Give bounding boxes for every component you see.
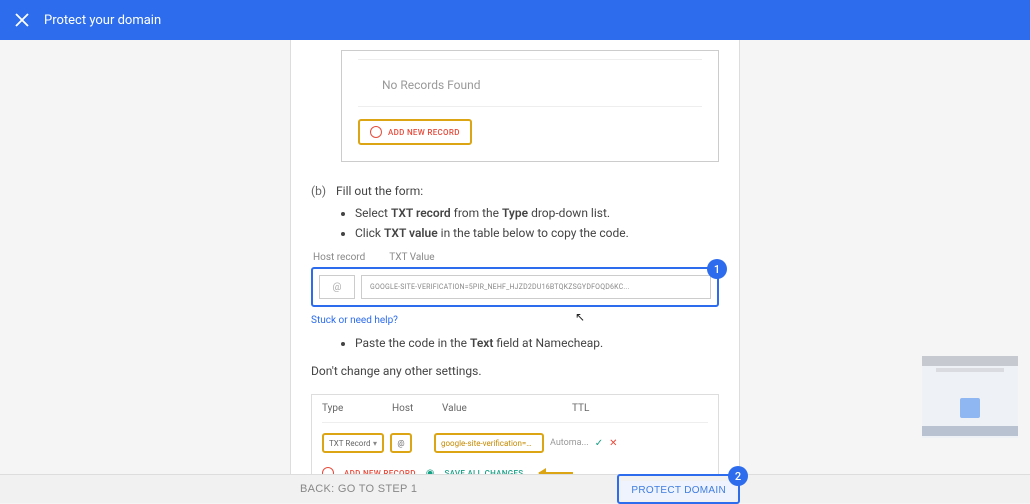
protect-domain-callout: 2 PROTECT DOMAIN	[617, 474, 740, 504]
col-type: Type	[322, 403, 392, 414]
callout-badge-1: 1	[707, 259, 727, 279]
col-host: Host	[392, 403, 442, 414]
check-icon: ✓	[595, 438, 603, 449]
paste-bullet-list: Paste the code in the Text field at Name…	[325, 336, 719, 350]
step-b: (b) Fill out the form:	[311, 184, 719, 198]
host-field-highlight: @	[390, 433, 412, 453]
txt-value-field[interactable]: GOOGLE-SITE-VERIFICATION=5PIR_NEHF_HJZD2…	[361, 275, 711, 299]
callout-badge-2: 2	[728, 466, 748, 486]
txt-field-labels: Host record TXT Value	[313, 252, 719, 263]
step-b-bullets: Select TXT record from the Type drop-dow…	[325, 206, 719, 240]
add-new-record-label: ADD NEW RECORD	[388, 128, 460, 137]
modal-header: Protect your domain	[0, 0, 1030, 40]
add-new-record-highlight: ADD NEW RECORD	[358, 119, 472, 145]
ttl-value: Automa...	[550, 438, 589, 448]
stuck-help-link[interactable]: Stuck or need help?	[311, 315, 398, 326]
step-b-label: (b)	[311, 184, 326, 198]
namecheap-records-screenshot: Type Host Value TTL TXT Record▾ @ google…	[311, 394, 719, 474]
video-thumbnail[interactable]	[922, 356, 1018, 438]
host-record-field[interactable]: @	[319, 275, 355, 299]
value-field-highlight: google-site-verification=…	[434, 433, 544, 453]
col-value: Value	[442, 403, 572, 414]
records-actions: ADD NEW RECORD ◉ SAVE ALL CHANGES	[322, 467, 708, 474]
host-record-label: Host record	[313, 252, 365, 263]
records-header: Type Host Value TTL	[322, 403, 708, 423]
x-icon: ✕	[609, 438, 617, 449]
txt-row-callout: 1 @ GOOGLE-SITE-VERIFICATION=5PIR_NEHF_H…	[311, 267, 719, 307]
plus-circle-icon	[370, 126, 382, 138]
modal-title: Protect your domain	[44, 13, 161, 28]
no-change-text: Don't change any other settings.	[311, 362, 719, 380]
type-dropdown-highlight: TXT Record▾	[322, 433, 384, 453]
content-stage: No Records Found ADD NEW RECORD (b) Fill…	[0, 40, 1030, 474]
namecheap-no-records-screenshot: No Records Found ADD NEW RECORD	[341, 50, 719, 162]
records-row: TXT Record▾ @ google-site-verification=……	[322, 433, 708, 453]
back-button[interactable]: BACK: GO TO STEP 1	[300, 483, 417, 495]
bullet-click-txt-value: Click TXT value in the table below to co…	[355, 226, 719, 240]
bullet-paste: Paste the code in the Text field at Name…	[355, 336, 719, 350]
no-records-text: No Records Found	[358, 59, 702, 107]
footer-bar: BACK: GO TO STEP 1 2 PROTECT DOMAIN	[0, 474, 1030, 503]
bullet-select-txt: Select TXT record from the Type drop-dow…	[355, 206, 719, 220]
instructions-panel: No Records Found ADD NEW RECORD (b) Fill…	[290, 40, 740, 474]
close-icon[interactable]	[14, 12, 30, 28]
txt-value-label: TXT Value	[389, 252, 434, 263]
col-ttl: TTL	[572, 403, 622, 414]
step-b-title: Fill out the form:	[336, 184, 423, 198]
protect-domain-button[interactable]: PROTECT DOMAIN	[621, 481, 736, 500]
plus-circle-icon	[322, 467, 334, 474]
chevron-down-icon: ▾	[373, 439, 377, 448]
